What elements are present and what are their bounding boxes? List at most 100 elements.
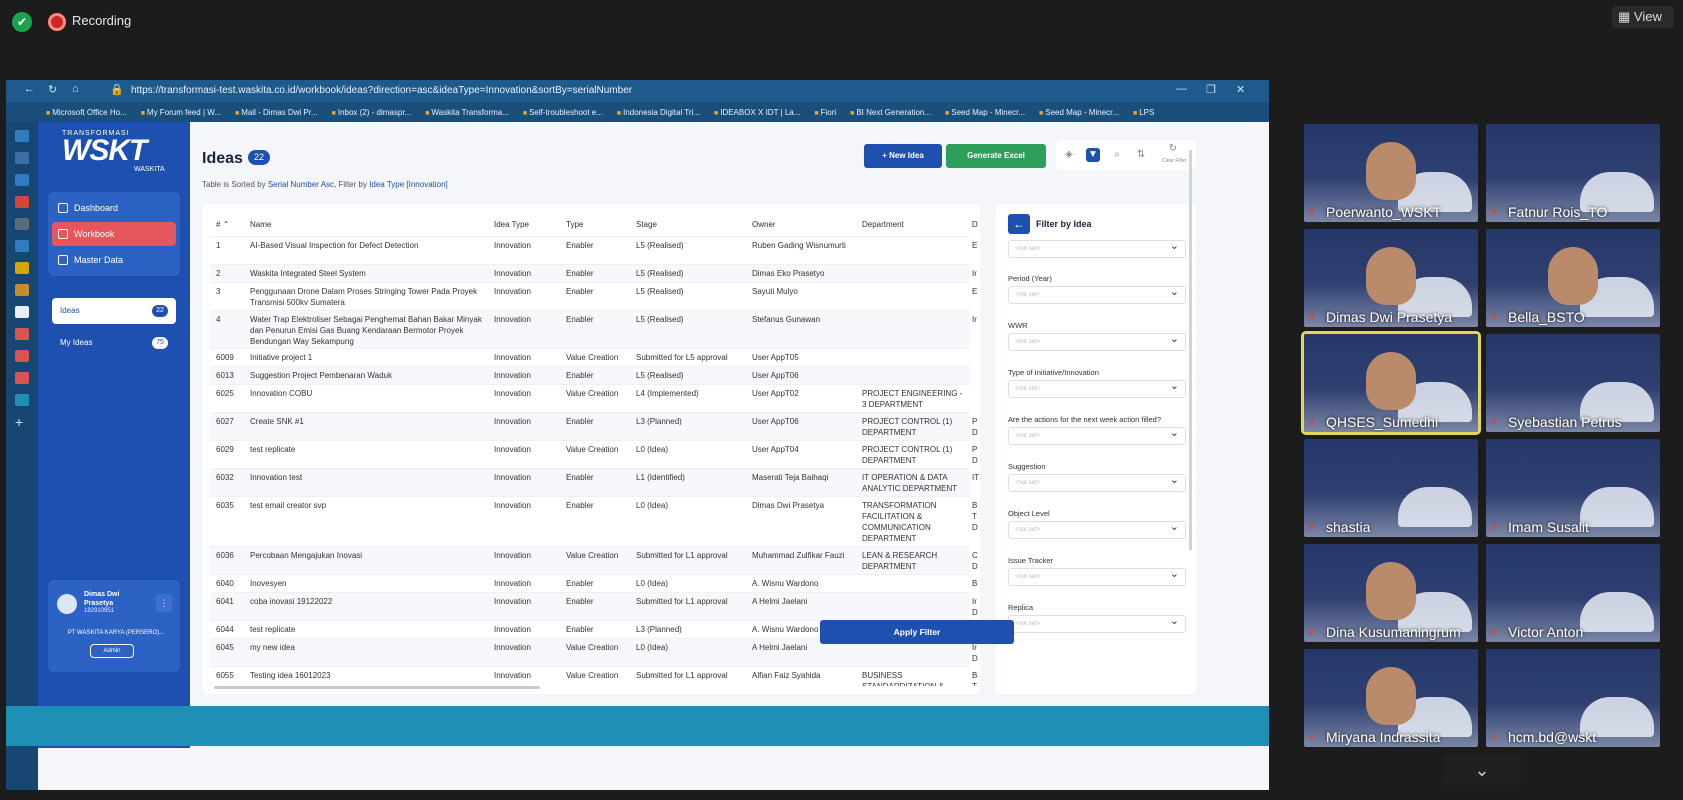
filter-select[interactable]: <not set> bbox=[1008, 566, 1186, 586]
cell-name[interactable]: Testing idea 16012023 bbox=[250, 670, 486, 681]
filter-select[interactable]: <not set> bbox=[1008, 425, 1186, 445]
bookmark-item[interactable]: Microsoft Office Ho... bbox=[46, 108, 127, 117]
cell-name[interactable]: test replicate bbox=[250, 624, 486, 635]
view-button[interactable]: ▦ View bbox=[1612, 6, 1674, 28]
bookmark-item[interactable]: Seed Map - Minecr... bbox=[945, 108, 1025, 117]
url-field[interactable]: https://transformasi-test.waskita.co.id/… bbox=[131, 82, 632, 100]
apply-filter-button[interactable]: Apply Filter bbox=[820, 620, 1014, 644]
app-icon[interactable] bbox=[15, 218, 29, 230]
pdf-icon[interactable] bbox=[15, 328, 29, 340]
participant-tile[interactable]: ✗ Poerwanto_WSKT bbox=[1304, 124, 1478, 222]
participant-tile[interactable]: ✗ Miryana Indrassita bbox=[1304, 649, 1478, 747]
col-owner[interactable]: Owner bbox=[752, 220, 776, 229]
chevron-down-icon[interactable]: ⌄ bbox=[1443, 755, 1521, 785]
participant-tile[interactable]: ✗ hcm.bd@wskt bbox=[1486, 649, 1660, 747]
participant-tile[interactable]: ✗ Victor Anton bbox=[1486, 544, 1660, 642]
table-row[interactable]: 6055 Testing idea 16012023 Innovation Value… bbox=[210, 666, 977, 686]
close-window-icon[interactable]: ✕ bbox=[1236, 83, 1245, 96]
cell-name[interactable]: Innovation COBU bbox=[250, 388, 486, 399]
filter-by-link[interactable]: Idea Type [Innovation] bbox=[369, 180, 448, 189]
participant-tile[interactable]: ✗ QHSES_Sumedhi bbox=[1301, 331, 1481, 435]
col-type[interactable]: Type bbox=[566, 220, 583, 229]
col-stage[interactable]: Stage bbox=[636, 220, 657, 229]
home-icon[interactable]: ⌂ bbox=[72, 83, 79, 95]
layers-icon[interactable]: ◈ bbox=[1062, 148, 1076, 162]
col-department[interactable]: Department bbox=[862, 220, 904, 229]
app-icon[interactable] bbox=[15, 284, 29, 296]
table-row[interactable]: 6041 coba inovasi 19122022 Innovation Enabl… bbox=[210, 592, 978, 620]
filter-select[interactable]: <not set> bbox=[1008, 284, 1186, 304]
menu-dashboard[interactable]: Dashboard bbox=[52, 196, 176, 220]
table-row[interactable]: 2 Waskita Integrated Steel System Innovati… bbox=[210, 264, 977, 282]
participant-tile[interactable]: ✗ Imam Susalit bbox=[1486, 439, 1660, 537]
security-shield-icon[interactable]: ✔ bbox=[12, 12, 32, 32]
cell-name[interactable]: test replicate bbox=[250, 444, 486, 455]
app-icon[interactable] bbox=[15, 394, 29, 406]
filter-select[interactable]: <not set> bbox=[1008, 331, 1186, 351]
cell-name[interactable]: Waskita Integrated Steel System bbox=[250, 268, 486, 279]
refresh-icon[interactable]: ↻ bbox=[48, 83, 57, 96]
table-row[interactable]: 6040 Inovesyen Innovation Enabler L0 (Idea) A… bbox=[210, 574, 977, 592]
bookmark-item[interactable]: Inbox (2) - dimaspr... bbox=[332, 108, 411, 117]
participant-tile[interactable]: ✗ Syebastian Petrus bbox=[1486, 334, 1660, 432]
tab-icon[interactable] bbox=[15, 130, 29, 142]
sort-by-link[interactable]: Serial Number Asc bbox=[268, 180, 334, 189]
cell-name[interactable]: Suggestion Project Pembenaran Waduk bbox=[250, 370, 486, 381]
copilot-icon[interactable] bbox=[15, 152, 29, 164]
clear-filter-icon[interactable]: ↻ bbox=[1166, 142, 1180, 156]
bookmark-item[interactable]: Self-troubleshoot e... bbox=[523, 108, 603, 117]
participant-tile[interactable]: ✗ Fatnur Rois_TO bbox=[1486, 124, 1660, 222]
filter-select[interactable]: <not set> bbox=[1008, 613, 1186, 633]
cell-name[interactable]: Percobaan Mengajukan Inovasi bbox=[250, 550, 486, 561]
bookmark-item[interactable]: Waskita Transforma... bbox=[425, 108, 509, 117]
cell-name[interactable]: Inovesyen bbox=[250, 578, 486, 589]
table-row[interactable]: 6029 test replicate Innovation Value Creati… bbox=[210, 440, 978, 468]
bookmark-item[interactable]: Mail - Dimas Dwi Pr... bbox=[235, 108, 317, 117]
table-row[interactable]: 6013 Suggestion Project Pembenaran Waduk I… bbox=[210, 366, 970, 384]
table-row[interactable]: 6035 test email creator svp Innovation Enab… bbox=[210, 496, 978, 546]
submenu-my-ideas[interactable]: My Ideas 75 bbox=[52, 330, 176, 356]
filter-icon[interactable]: ▼ bbox=[1086, 148, 1100, 162]
table-row[interactable]: 3 Penggunaan Drone Dalam Proses Stringing… bbox=[210, 282, 977, 310]
document-icon[interactable] bbox=[15, 306, 29, 318]
table-row[interactable]: 6032 Innovation test Innovation Enabler L1 (… bbox=[210, 468, 979, 496]
menu-master-data[interactable]: Master Data bbox=[52, 248, 176, 272]
table-row[interactable]: 6036 Percobaan Mengajukan Inovasi Innovati… bbox=[210, 546, 978, 574]
table-row[interactable]: 6025 Innovation COBU Innovation Value Creat… bbox=[210, 384, 970, 412]
cell-name[interactable]: coba inovasi 19122022 bbox=[250, 596, 486, 607]
cell-name[interactable]: Water Trap Elektroliser Sebagai Penghema… bbox=[250, 314, 486, 347]
sort-icon[interactable]: ⇅ bbox=[1134, 148, 1148, 162]
table-row[interactable]: 6027 Create SNK #1 Innovation Enabler L3 (Pl… bbox=[210, 412, 978, 440]
user-role-badge[interactable]: Admin bbox=[90, 644, 134, 658]
onedrive-icon[interactable] bbox=[15, 240, 29, 252]
filter-select-top[interactable]: <not set> bbox=[1008, 238, 1186, 258]
col-number[interactable]: # ⌃ bbox=[216, 220, 229, 229]
app-icon[interactable] bbox=[15, 262, 29, 274]
cell-name[interactable]: Initiative project 1 bbox=[250, 352, 486, 363]
filter-select[interactable]: <not set> bbox=[1008, 378, 1186, 398]
cell-name[interactable]: my new idea bbox=[250, 642, 486, 653]
col-name[interactable]: Name bbox=[250, 220, 271, 229]
search-icon[interactable]: ⌕ bbox=[1110, 148, 1124, 162]
submenu-ideas[interactable]: Ideas 22 bbox=[52, 298, 176, 324]
bookmark-item[interactable]: Fiori bbox=[814, 108, 837, 117]
filter-back-button[interactable]: ← bbox=[1008, 214, 1030, 234]
pdf-icon[interactable] bbox=[15, 372, 29, 384]
more-icon[interactable]: ⋮ bbox=[156, 594, 172, 612]
bookmark-item[interactable]: Seed Map - Minecr... bbox=[1039, 108, 1119, 117]
bookmark-item[interactable]: LPS bbox=[1133, 108, 1154, 117]
filter-select[interactable]: <not set> bbox=[1008, 472, 1186, 492]
add-icon[interactable]: + bbox=[15, 414, 23, 430]
new-idea-button[interactable]: + New Idea bbox=[864, 144, 942, 168]
back-icon[interactable]: ← bbox=[24, 83, 35, 95]
bookmark-item[interactable]: IDEABOX X IDT | La... bbox=[714, 108, 800, 117]
vertical-scrollbar[interactable] bbox=[1189, 150, 1192, 550]
generate-excel-button[interactable]: Generate Excel bbox=[946, 144, 1046, 168]
col-d[interactable]: D bbox=[972, 220, 978, 229]
gmail-icon[interactable] bbox=[15, 196, 29, 208]
cell-name[interactable]: Penggunaan Drone Dalam Proses Stringing … bbox=[250, 286, 486, 308]
table-row[interactable]: 4 Water Trap Elektroliser Sebagai Penghem… bbox=[210, 310, 977, 348]
table-row[interactable]: 1 AI-Based Visual Inspection for Defect D… bbox=[210, 236, 977, 264]
cell-name[interactable]: AI-Based Visual Inspection for Defect De… bbox=[250, 240, 486, 251]
outlook-icon[interactable] bbox=[15, 174, 29, 186]
